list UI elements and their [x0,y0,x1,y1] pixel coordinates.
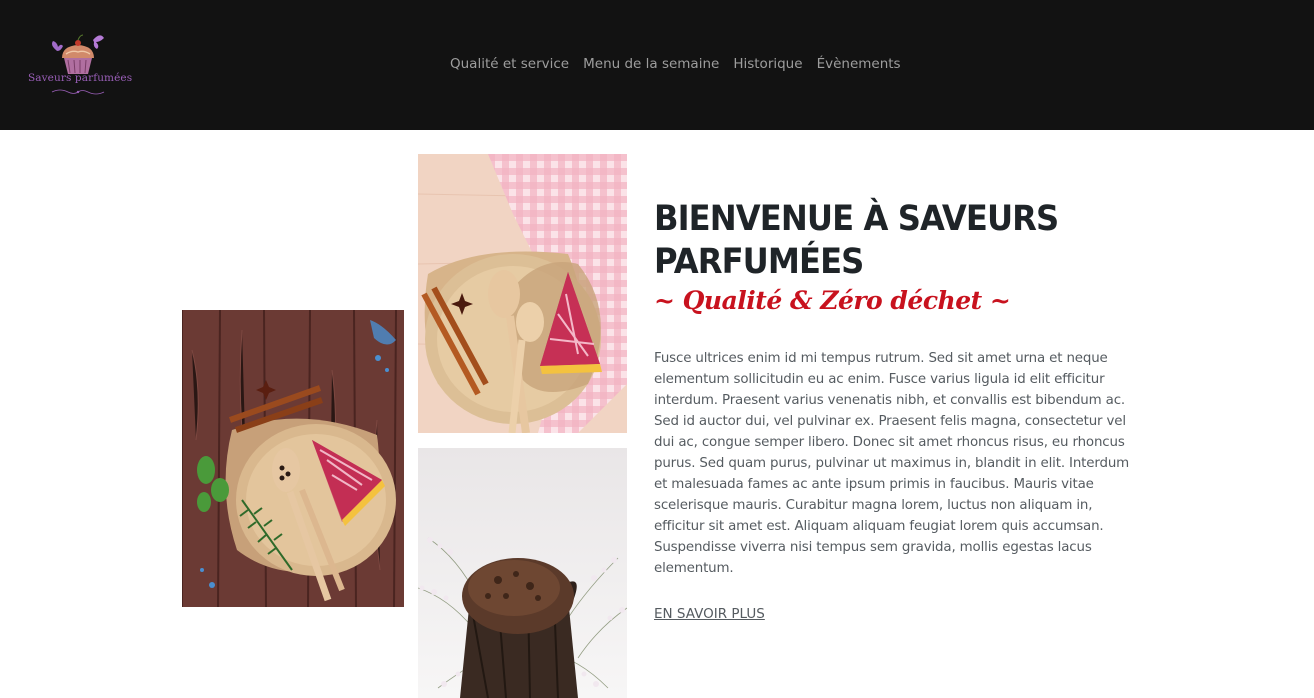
logo-flourish-icon [51,89,105,95]
site-header: Saveurs parfumées Qualité et service Men… [0,0,1314,130]
logo-text: Saveurs parfumées [28,72,133,84]
nav-link-historique[interactable]: Historique [733,56,802,72]
page-title: BIENVENUE À SAVEURS PARFUMÉES [654,199,1059,282]
site-logo[interactable]: Saveurs parfumées [22,30,132,100]
nav-link-qualite-service[interactable]: Qualité et service [450,56,569,72]
cupcake-butterfly-logo-icon [52,34,104,74]
cheesecake-on-gingham-cloth-photo [418,154,627,433]
nav-link-menu-semaine[interactable]: Menu de la semaine [583,56,719,72]
main-navigation: Qualité et service Menu de la semaine Hi… [450,56,901,72]
cheesecake-on-wooden-table-photo [182,310,404,607]
tagline: ~ Qualité & Zéro déchet ~ [654,286,1011,315]
chocolate-muffin-with-flowers-photo [418,448,627,698]
intro-paragraph: Fusce ultrices enim id mi tempus rutrum.… [654,351,1130,576]
welcome-section: BIENVENUE À SAVEURS PARFUMÉES ~ Qualité … [654,198,1132,622]
nav-link-evenements[interactable]: Évènements [817,56,901,72]
learn-more-link[interactable]: EN SAVOIR PLUS [654,606,765,622]
